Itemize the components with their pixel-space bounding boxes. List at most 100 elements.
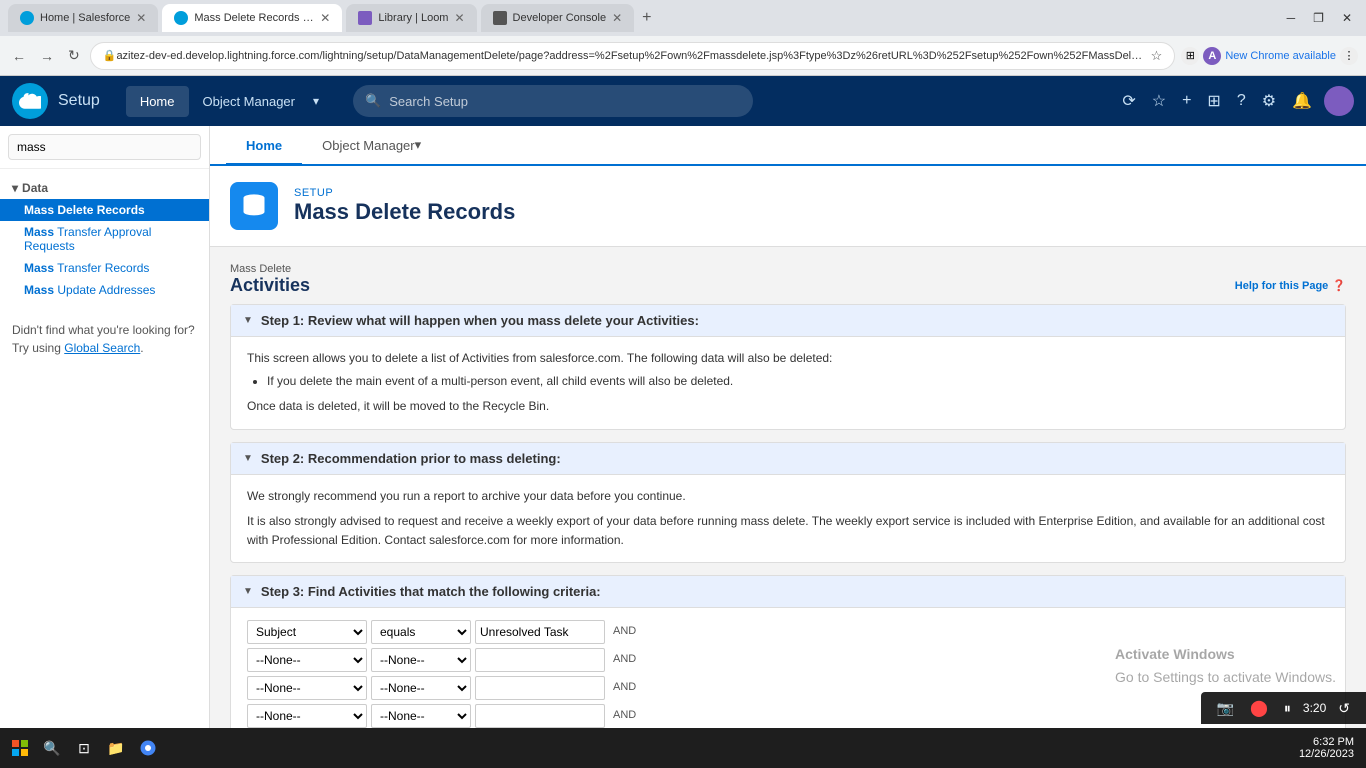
sf-search-input[interactable] <box>389 94 741 109</box>
sf-settings-icon[interactable]: ⚙ <box>1258 87 1280 115</box>
sf-bell-icon[interactable]: 🔔 <box>1288 87 1316 115</box>
windows-start-button[interactable] <box>4 732 36 764</box>
tab-favicon-mass-delete <box>174 11 188 25</box>
sidebar-item-mass-highlight-1: Mass <box>24 203 54 217</box>
criteria-field-1[interactable]: Subject <box>247 620 367 644</box>
sidebar-section-header-data[interactable]: ▾ Data <box>0 177 209 199</box>
criteria-operator-4[interactable]: --None-- <box>371 704 471 728</box>
step3-section: ▼ Step 3: Find Activities that match the… <box>230 575 1346 728</box>
back-button[interactable]: ← <box>8 46 30 66</box>
tab-favicon-home <box>20 11 34 25</box>
criteria-value-3[interactable] <box>475 676 605 700</box>
step2-section: ▼ Step 2: Recommendation prior to mass d… <box>230 442 1346 564</box>
sf-history-icon[interactable]: ⟳ <box>1118 87 1139 115</box>
criteria-row-1: Subject equals AND <box>247 620 1329 644</box>
step2-body2: It is also strongly advised to request a… <box>247 512 1329 550</box>
tab-home[interactable]: Home | Salesforce ✕ <box>8 4 158 32</box>
sf-help-icon[interactable]: ? <box>1233 88 1250 114</box>
forward-button[interactable]: → <box>36 46 58 66</box>
minimize-button[interactable]: ─ <box>1281 9 1302 27</box>
tab-close-mass-delete[interactable]: ✕ <box>320 11 330 25</box>
tab-close-home[interactable]: ✕ <box>136 11 146 25</box>
content-area: Home Object Manager ▾ SETUP Mass Delete … <box>210 126 1366 728</box>
sidebar-item-mass-delete-records[interactable]: Mass Delete Records <box>0 199 209 221</box>
taskbar-search-icon[interactable]: 🔍 <box>36 732 68 764</box>
taskbar-task-view-icon[interactable]: ⊡ <box>68 732 100 764</box>
step2-body1: We strongly recommend you run a report t… <box>247 487 1329 506</box>
mass-delete-label: Mass Delete <box>230 263 1346 275</box>
step3-content: Subject equals AND --None-- <box>231 608 1345 728</box>
refresh-button[interactable]: ↻ <box>64 45 84 66</box>
step2-content: We strongly recommend you run a report t… <box>231 475 1345 563</box>
taskbar-date-display: 12/26/2023 <box>1299 748 1354 760</box>
extensions-icon[interactable]: ⊞ <box>1181 47 1199 65</box>
sf-plus-icon[interactable]: + <box>1178 88 1195 114</box>
tab-close-loom[interactable]: ✕ <box>454 11 464 25</box>
sidebar-not-found-text: Didn't find what you're looking for? <box>12 321 197 339</box>
step1-header[interactable]: ▼ Step 1: Review what will happen when y… <box>231 305 1345 337</box>
sf-apps-icon[interactable]: ⊞ <box>1203 87 1224 115</box>
taskbar-chrome-icon[interactable] <box>132 732 164 764</box>
sidebar-item-mass-transfer-approval[interactable]: Mass Transfer Approval Requests <box>0 221 209 257</box>
criteria-value-2[interactable] <box>475 648 605 672</box>
browser-tabs-bar: Home | Salesforce ✕ Mass Delete Records … <box>0 0 1366 36</box>
sf-nav-dropdown-icon[interactable]: ▾ <box>309 86 323 117</box>
sf-user-avatar[interactable] <box>1324 86 1354 116</box>
sidebar-item-mass-text-4: Update Addresses <box>54 283 155 297</box>
video-camera-icon[interactable]: 📷 <box>1213 698 1238 719</box>
criteria-row-2: --None-- --None-- AND <box>247 648 1329 672</box>
restore-button[interactable]: ❐ <box>1307 9 1330 27</box>
sf-header-right-icons: ⟳ ☆ + ⊞ ? ⚙ 🔔 <box>1118 86 1354 116</box>
video-record-icon[interactable]: ⬤ <box>1246 696 1272 720</box>
video-restart-icon[interactable]: ↺ <box>1334 698 1354 719</box>
criteria-operator-1[interactable]: equals <box>371 620 471 644</box>
url-bar[interactable]: 🔒 azitez-dev-ed.develop.lightning.force.… <box>90 42 1176 70</box>
tab-loom[interactable]: Library | Loom ✕ <box>346 4 476 32</box>
criteria-operator-3[interactable]: --None-- <box>371 676 471 700</box>
sf-search-bar[interactable]: 🔍 <box>353 85 753 117</box>
step3-header[interactable]: ▼ Step 3: Find Activities that match the… <box>231 576 1345 608</box>
criteria-field-3[interactable]: --None-- <box>247 676 367 700</box>
browser-menu-icon[interactable]: ⋮ <box>1340 47 1358 65</box>
step1-content: This screen allows you to delete a list … <box>231 337 1345 429</box>
criteria-value-1[interactable] <box>475 620 605 644</box>
profile-icon[interactable]: A <box>1203 47 1221 65</box>
sidebar-search-input[interactable] <box>8 134 201 160</box>
sidebar-item-mass-transfer-records[interactable]: Mass Transfer Records <box>0 257 209 279</box>
criteria-field-4[interactable]: --None-- <box>247 704 367 728</box>
tab-dev-console[interactable]: Developer Console ✕ <box>481 4 635 32</box>
new-tab-button[interactable]: + <box>638 9 655 27</box>
setup-nav-object-manager[interactable]: Object Manager ▾ <box>302 126 441 164</box>
tab-label-mass-delete: Mass Delete Records | Salesfo... <box>194 12 314 24</box>
sf-app-name[interactable]: Setup <box>58 92 100 110</box>
step3-arrow-icon: ▼ <box>243 586 253 597</box>
criteria-operator-2[interactable]: --None-- <box>371 648 471 672</box>
browser-right-icons: ⊞ A New Chrome available ⋮ <box>1181 47 1358 65</box>
tab-close-dev[interactable]: ✕ <box>612 11 622 25</box>
sidebar-global-search-link[interactable]: Global Search <box>64 341 140 355</box>
sf-logo[interactable] <box>12 83 48 119</box>
chrome-notification[interactable]: New Chrome available <box>1225 50 1336 62</box>
sf-nav-home[interactable]: Home <box>126 86 189 117</box>
setup-nav-home[interactable]: Home <box>226 127 302 165</box>
criteria-field-2[interactable]: --None-- <box>247 648 367 672</box>
tab-mass-delete[interactable]: Mass Delete Records | Salesfo... ✕ <box>162 4 342 32</box>
criteria-rows-container: Subject equals AND --None-- <box>247 620 1329 728</box>
taskbar-clock: 6:32 PM 12/26/2023 <box>1291 736 1362 760</box>
sidebar-item-mass-update-addresses[interactable]: Mass Update Addresses <box>0 279 209 301</box>
sf-favorites-icon[interactable]: ☆ <box>1148 87 1170 115</box>
criteria-value-4[interactable] <box>475 704 605 728</box>
bookmark-icon[interactable]: ☆ <box>1151 48 1163 64</box>
step1-arrow-icon: ▼ <box>243 315 253 326</box>
video-controls: 📷 ⬤ ⏸ 3:20 ↺ <box>1201 692 1366 724</box>
sf-nav-object-manager[interactable]: Object Manager <box>189 86 310 117</box>
close-button[interactable]: ✕ <box>1336 9 1358 27</box>
activities-title-row: Activities Help for this Page ❓ <box>230 275 1346 296</box>
step2-header[interactable]: ▼ Step 2: Recommendation prior to mass d… <box>231 443 1345 475</box>
sidebar-item-mass-text-3: Transfer Records <box>54 261 149 275</box>
page-header-setup-label: SETUP <box>294 187 1346 199</box>
video-pause-icon[interactable]: ⏸ <box>1280 698 1295 719</box>
taskbar-file-explorer-icon[interactable]: 📁 <box>100 732 132 764</box>
sidebar-global-search-text: Try using Global Search. <box>12 339 197 357</box>
help-link[interactable]: Help for this Page ❓ <box>1235 279 1346 292</box>
